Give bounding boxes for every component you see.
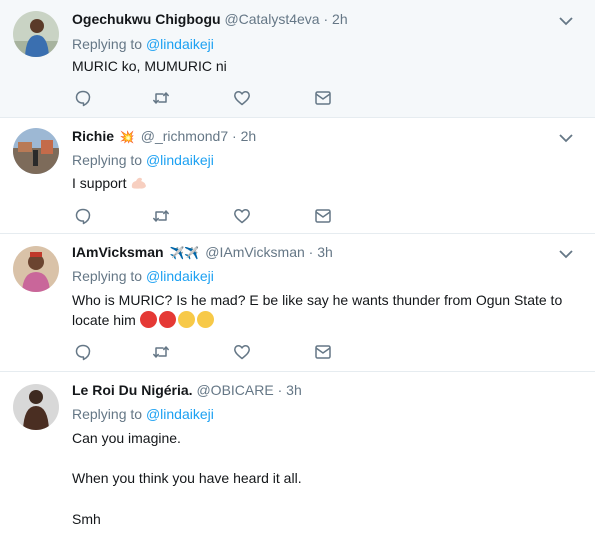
user-handle[interactable]: @IAmVicksman <box>205 244 305 260</box>
timestamp[interactable]: 2h <box>332 11 348 27</box>
user-handle[interactable]: @_richmond7 <box>141 128 228 144</box>
tweet-text: MURIC ko, MUMURIC ni <box>72 58 227 74</box>
angry-face-emoji <box>139 311 157 328</box>
chevron-down-icon[interactable] <box>559 134 573 143</box>
separator-dot: · <box>323 11 329 27</box>
tweet-text: I support <box>72 175 127 191</box>
chevron-down-icon[interactable] <box>559 17 573 26</box>
reply-mention-link[interactable]: @lindaikeji <box>146 36 214 52</box>
retweet-icon[interactable] <box>152 343 170 361</box>
tweet-3[interactable]: IAmVicksman ✈️✈️ @IAmVicksman · 3h Reply… <box>0 234 595 372</box>
eye-roll-face-emoji <box>177 311 195 328</box>
message-icon[interactable] <box>314 89 332 107</box>
tweet-text-line-1: Who is MURIC? Is he mad? E be like say h… <box>72 292 563 308</box>
user-handle[interactable]: @Catalyst4eva <box>224 11 319 27</box>
reply-mention-link[interactable]: @lindaikeji <box>146 268 214 284</box>
tweet-text-line-2: When you think you have heard it all. <box>72 470 302 486</box>
avatar[interactable] <box>13 11 59 57</box>
tweet-text-line-1: Can you imagine. <box>72 430 181 446</box>
separator-dot: · <box>308 244 314 260</box>
eye-roll-face-emoji <box>196 311 214 328</box>
tweet-4[interactable]: Le Roi Du Nigéria. @OBICARE · 3h Replyin… <box>0 372 595 535</box>
reply-mention-link[interactable]: @lindaikeji <box>146 152 214 168</box>
replying-to-label: Replying to <box>72 152 143 168</box>
chevron-down-icon[interactable] <box>559 250 573 259</box>
display-name[interactable]: Ogechukwu Chigbogu <box>72 11 221 27</box>
separator-dot: · <box>232 128 237 144</box>
user-handle[interactable]: @OBICARE <box>196 382 273 398</box>
retweet-icon[interactable] <box>152 207 170 225</box>
timestamp[interactable]: 3h <box>317 244 333 260</box>
name-badge: ✈️✈️ <box>169 246 200 260</box>
avatar[interactable] <box>13 384 59 430</box>
reply-icon[interactable] <box>74 89 92 107</box>
like-icon[interactable] <box>233 343 251 361</box>
avatar[interactable] <box>13 128 59 174</box>
message-icon[interactable] <box>314 207 332 225</box>
reply-mention-link[interactable]: @lindaikeji <box>146 406 214 422</box>
name-badge: 💥 <box>119 130 135 144</box>
avatar[interactable] <box>13 246 59 292</box>
replying-to-label: Replying to <box>72 268 143 284</box>
display-name[interactable]: Le Roi Du Nigéria. <box>72 382 193 398</box>
angry-face-emoji <box>158 311 176 328</box>
display-name[interactable]: Richie <box>72 128 114 144</box>
separator-dot: · <box>277 382 283 398</box>
tweet-2[interactable]: Richie 💥 @_richmond7 · 2h Replying to @l… <box>0 118 595 234</box>
display-name[interactable]: IAmVicksman <box>72 244 164 260</box>
tweet-text-line-3: Smh <box>72 511 101 527</box>
retweet-icon[interactable] <box>152 89 170 107</box>
replying-to-label: Replying to <box>72 36 143 52</box>
reply-icon[interactable] <box>74 207 92 225</box>
timestamp[interactable]: 3h <box>286 382 302 398</box>
like-icon[interactable] <box>233 207 251 225</box>
like-icon[interactable] <box>233 89 251 107</box>
tweet-text-line-2: locate him <box>72 312 136 328</box>
replying-to-label: Replying to <box>72 406 143 422</box>
flexed-biceps-emoji <box>132 177 147 189</box>
message-icon[interactable] <box>314 343 332 361</box>
tweet-1[interactable]: Ogechukwu Chigbogu @Catalyst4eva · 2h Re… <box>0 0 595 118</box>
timestamp[interactable]: 2h <box>241 128 257 144</box>
reply-icon[interactable] <box>74 343 92 361</box>
